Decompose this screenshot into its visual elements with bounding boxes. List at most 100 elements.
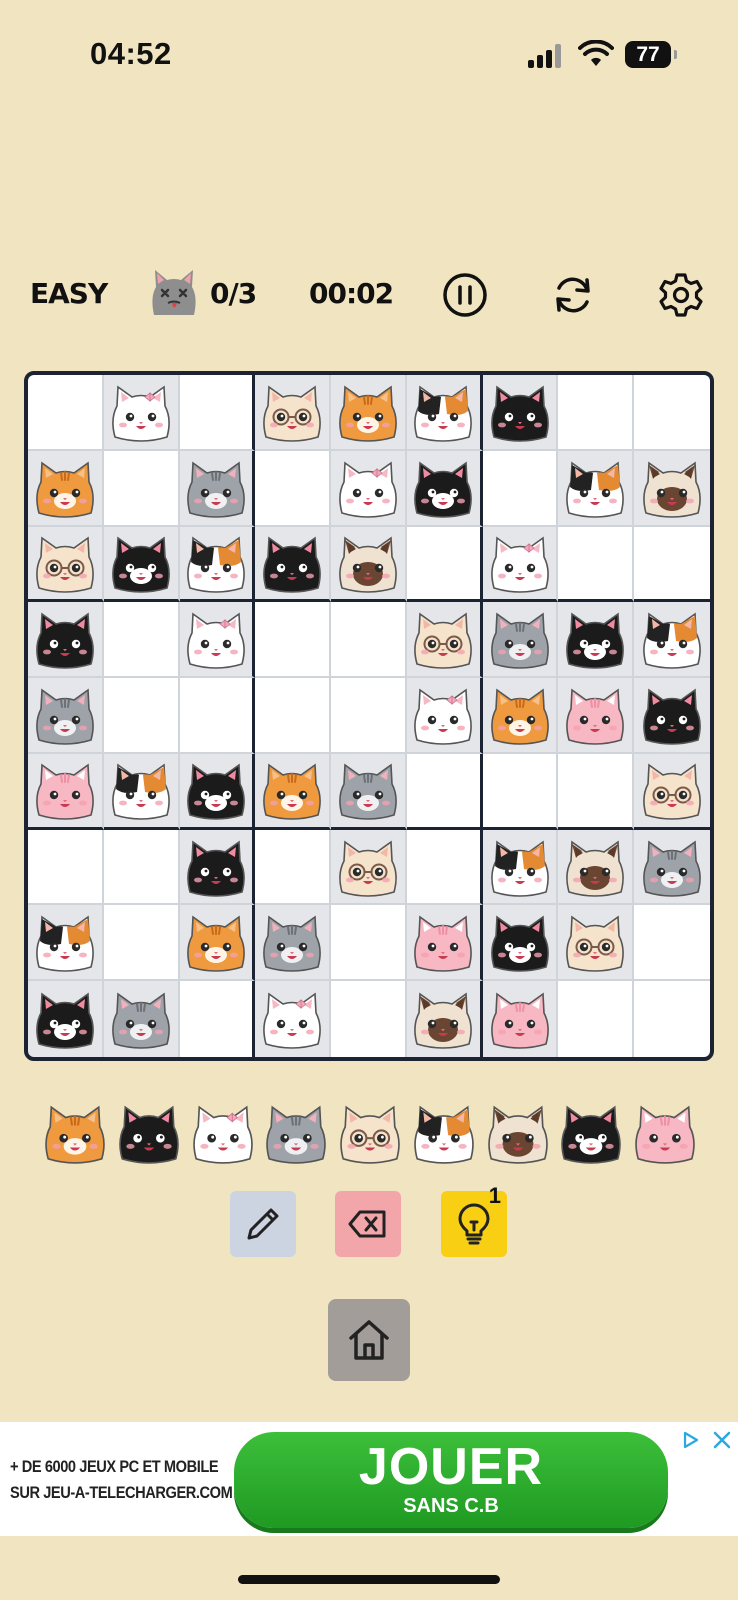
palette-cat-gray-button[interactable]	[263, 1100, 329, 1166]
sudoku-cell[interactable]	[28, 375, 104, 451]
sudoku-cell[interactable]	[255, 450, 332, 527]
sudoku-cell[interactable]	[103, 450, 180, 527]
sudoku-cell[interactable]	[406, 678, 483, 754]
sudoku-cell[interactable]	[634, 753, 710, 830]
sudoku-cell[interactable]	[406, 450, 483, 527]
sudoku-cell[interactable]	[482, 678, 559, 754]
sudoku-cell[interactable]	[103, 829, 180, 906]
sudoku-cell[interactable]	[28, 753, 104, 830]
sudoku-cell[interactable]	[255, 981, 332, 1057]
restart-button[interactable]	[549, 271, 597, 319]
sudoku-cell[interactable]	[406, 526, 483, 603]
sudoku-cell[interactable]	[28, 678, 104, 754]
sudoku-cell[interactable]	[482, 375, 559, 451]
sudoku-cell[interactable]	[103, 602, 180, 679]
sudoku-cell[interactable]	[103, 526, 180, 603]
sudoku-cell[interactable]	[331, 526, 407, 603]
sudoku-cell[interactable]	[179, 678, 256, 754]
sudoku-cell[interactable]	[634, 905, 710, 982]
sudoku-cell[interactable]	[28, 981, 104, 1057]
sudoku-cell[interactable]	[179, 375, 256, 451]
sudoku-cell[interactable]	[634, 375, 710, 451]
palette-cat-tuxedo-button[interactable]	[558, 1100, 624, 1166]
sudoku-cell[interactable]	[103, 981, 180, 1057]
home-button[interactable]	[328, 1299, 410, 1381]
sudoku-cell[interactable]	[634, 981, 710, 1057]
sudoku-cell[interactable]	[28, 905, 104, 982]
sudoku-cell[interactable]	[28, 526, 104, 603]
sudoku-cell[interactable]	[482, 981, 559, 1057]
sudoku-cell[interactable]	[331, 905, 407, 982]
sudoku-cell[interactable]	[28, 829, 104, 906]
sudoku-cell[interactable]	[255, 905, 332, 982]
sudoku-cell[interactable]	[331, 602, 407, 679]
palette-cat-calico-button[interactable]	[411, 1100, 477, 1166]
ad-play-button[interactable]: JOUER SANS C.B	[234, 1432, 668, 1528]
sudoku-cell[interactable]	[482, 450, 559, 527]
sudoku-cell[interactable]	[406, 905, 483, 982]
sudoku-cell[interactable]	[179, 450, 256, 527]
sudoku-cell[interactable]	[103, 375, 180, 451]
sudoku-cell[interactable]	[331, 678, 407, 754]
palette-cat-orange-button[interactable]	[42, 1100, 108, 1166]
sudoku-cell[interactable]	[558, 829, 635, 906]
sudoku-cell[interactable]	[634, 829, 710, 906]
sudoku-cell[interactable]	[255, 602, 332, 679]
sudoku-cell[interactable]	[331, 375, 407, 451]
sudoku-cell[interactable]	[558, 753, 635, 830]
sudoku-cell[interactable]	[255, 375, 332, 451]
ad-banner[interactable]: + DE 6000 JEUX PC ET MOBILE SUR JEU-A-TE…	[0, 1422, 738, 1536]
sudoku-cell[interactable]	[179, 829, 256, 906]
sudoku-cell[interactable]	[103, 905, 180, 982]
sudoku-cell[interactable]	[255, 678, 332, 754]
sudoku-cell[interactable]	[558, 602, 635, 679]
sudoku-cell[interactable]	[331, 450, 407, 527]
sudoku-cell[interactable]	[331, 753, 407, 830]
sudoku-cell[interactable]	[558, 678, 635, 754]
settings-gear-icon[interactable]	[657, 271, 705, 319]
sudoku-cell[interactable]	[634, 602, 710, 679]
sudoku-cell[interactable]	[482, 829, 559, 906]
sudoku-cell[interactable]	[634, 526, 710, 603]
sudoku-cell[interactable]	[558, 450, 635, 527]
sudoku-cell[interactable]	[103, 753, 180, 830]
ad-close-icon[interactable]	[710, 1428, 734, 1452]
pause-button[interactable]	[441, 271, 489, 319]
ad-choices-icon[interactable]	[681, 1430, 701, 1450]
palette-cat-black-button[interactable]	[116, 1100, 182, 1166]
sudoku-cell[interactable]	[179, 602, 256, 679]
sudoku-cell[interactable]	[482, 602, 559, 679]
sudoku-cell[interactable]	[103, 678, 180, 754]
sudoku-cell[interactable]	[406, 753, 483, 830]
sudoku-cell[interactable]	[179, 526, 256, 603]
sudoku-cell[interactable]	[179, 981, 256, 1057]
sudoku-cell[interactable]	[255, 829, 332, 906]
sudoku-cell[interactable]	[482, 905, 559, 982]
sudoku-cell[interactable]	[406, 602, 483, 679]
sudoku-cell[interactable]	[482, 753, 559, 830]
sudoku-cell[interactable]	[179, 905, 256, 982]
sudoku-cell[interactable]	[558, 905, 635, 982]
sudoku-cell[interactable]	[331, 981, 407, 1057]
sudoku-cell[interactable]	[28, 602, 104, 679]
sudoku-cell[interactable]	[406, 829, 483, 906]
sudoku-cell[interactable]	[634, 678, 710, 754]
sudoku-cell[interactable]	[179, 753, 256, 830]
sudoku-cell[interactable]	[558, 981, 635, 1057]
pencil-notes-button[interactable]	[230, 1191, 296, 1257]
palette-cat-pink-button[interactable]	[632, 1100, 698, 1166]
sudoku-cell[interactable]	[634, 450, 710, 527]
sudoku-cell[interactable]	[406, 375, 483, 451]
sudoku-cell[interactable]	[482, 526, 559, 603]
sudoku-cell[interactable]	[331, 829, 407, 906]
hint-button[interactable]: 1	[441, 1183, 507, 1257]
sudoku-cell[interactable]	[28, 450, 104, 527]
sudoku-cell[interactable]	[558, 526, 635, 603]
palette-cat-white-button[interactable]	[190, 1100, 256, 1166]
sudoku-cell[interactable]	[255, 526, 332, 603]
sudoku-cell[interactable]	[558, 375, 635, 451]
sudoku-cell[interactable]	[406, 981, 483, 1057]
palette-cat-siamese-button[interactable]	[485, 1100, 551, 1166]
erase-button[interactable]	[335, 1191, 401, 1257]
sudoku-cell[interactable]	[255, 753, 332, 830]
